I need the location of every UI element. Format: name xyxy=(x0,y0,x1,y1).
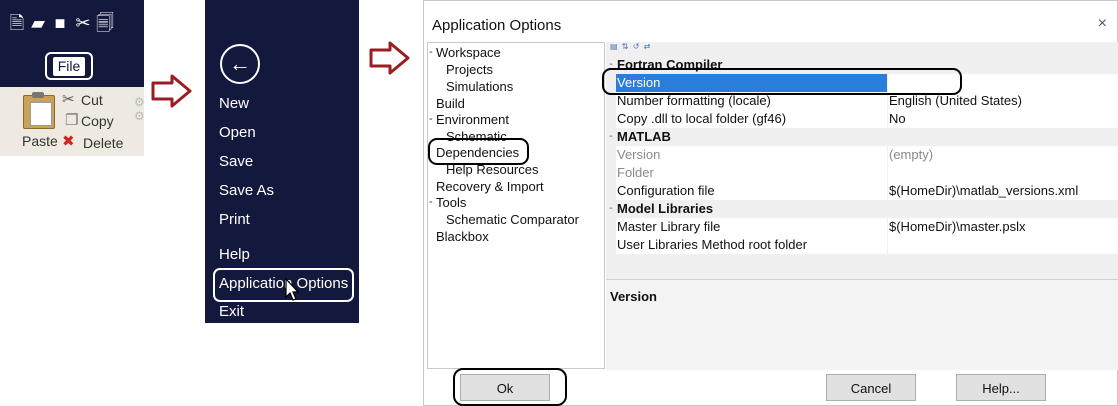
cut-button[interactable]: Cut xyxy=(81,92,103,108)
menu-item-save-as[interactable]: Save As xyxy=(219,182,274,199)
paste-button[interactable]: Paste xyxy=(22,133,58,149)
delete-button[interactable]: Delete xyxy=(83,135,123,151)
ribbon-overflow-icons: ⚙ ⚙ xyxy=(134,95,145,123)
property-value[interactable]: $(HomeDir)\master.pslx xyxy=(888,218,1118,236)
tree-item-build[interactable]: Build xyxy=(436,96,465,111)
tree-item-schematic-comparator[interactable]: Schematic Comparator xyxy=(446,212,579,227)
category-row[interactable]: - Model Libraries xyxy=(606,200,1118,218)
delete-icon[interactable]: ✖ xyxy=(62,134,75,150)
property-value[interactable]: (empty) xyxy=(888,146,1118,164)
collapse-icon[interactable]: - xyxy=(606,200,616,218)
document-icon[interactable]: 🗎 xyxy=(8,13,26,33)
collapse-icon[interactable]: - xyxy=(429,46,433,58)
menu-item-open[interactable]: Open xyxy=(219,124,256,141)
dialog-title: Application Options xyxy=(432,17,562,34)
property-row[interactable]: User Libraries Method root folder xyxy=(606,236,1118,254)
dependencies-highlight xyxy=(428,138,529,165)
tree-item-environment[interactable]: Environment xyxy=(436,112,509,127)
file-tab-button[interactable]: File xyxy=(45,52,93,80)
tree-item-blackbox[interactable]: Blackbox xyxy=(436,229,489,244)
close-icon[interactable]: × xyxy=(1098,15,1107,33)
ribbon-panel: 🗎 ▰ ■ ✂ 🗐 File Paste ✂ Cut ❐ Copy ✖ Dele… xyxy=(0,0,145,156)
tree-item-tools[interactable]: Tools xyxy=(436,195,466,210)
property-copy-dll[interactable]: Copy .dll to local folder (gf46) xyxy=(616,110,887,128)
menu-item-save[interactable]: Save xyxy=(219,153,253,170)
property-value[interactable]: $(HomeDir)\matlab_versions.xml xyxy=(888,182,1118,200)
tree-item-workspace[interactable]: Workspace xyxy=(436,45,501,60)
property-value[interactable] xyxy=(888,236,1118,254)
property-row[interactable]: Master Library file $(HomeDir)\master.ps… xyxy=(606,218,1118,236)
collapse-icon[interactable]: - xyxy=(429,113,433,125)
property-master-library-file[interactable]: Master Library file xyxy=(616,218,887,236)
save-icon[interactable]: ■ xyxy=(51,13,69,33)
file-tab-label: File xyxy=(53,57,85,76)
tree-item-recovery-import[interactable]: Recovery & Import xyxy=(436,179,544,194)
backstage-menu: ← New Open Save Save As Print Help Appli… xyxy=(205,0,359,323)
step-arrow-1 xyxy=(151,74,192,108)
application-options-dialog: Application Options × - Workspace Projec… xyxy=(423,0,1118,406)
property-user-libraries-root[interactable]: User Libraries Method root folder xyxy=(616,236,887,254)
property-description-pane: Version xyxy=(606,279,1118,370)
back-arrow-icon[interactable]: ← xyxy=(220,44,260,84)
tree-item-projects[interactable]: Projects xyxy=(446,62,493,77)
property-row[interactable]: Folder xyxy=(606,164,1118,182)
property-row[interactable]: Copy .dll to local folder (gf46) No xyxy=(606,110,1118,128)
category-row[interactable]: - MATLAB xyxy=(606,128,1118,146)
description-title: Version xyxy=(610,289,657,304)
property-row[interactable]: Configuration file $(HomeDir)\matlab_ver… xyxy=(606,182,1118,200)
collapse-icon[interactable]: - xyxy=(606,128,616,146)
export-icon[interactable]: 🗐 xyxy=(96,13,114,33)
property-grid-toolbar-icons[interactable]: ▤ ⇅ ↺ ⇄ xyxy=(610,42,651,51)
copy-icon[interactable]: ❐ xyxy=(65,113,78,129)
property-value[interactable]: No xyxy=(888,110,1118,128)
property-folder[interactable]: Folder xyxy=(616,164,887,182)
cancel-button[interactable]: Cancel xyxy=(826,374,916,401)
help-button[interactable]: Help... xyxy=(956,374,1046,401)
category-matlab: MATLAB xyxy=(616,128,887,146)
property-value[interactable] xyxy=(888,164,1118,182)
open-folder-icon[interactable]: ▰ xyxy=(29,13,47,33)
tools-icon[interactable]: ✂ xyxy=(74,13,92,33)
menu-item-print[interactable]: Print xyxy=(219,211,250,228)
ok-highlight xyxy=(453,368,567,406)
menu-item-new[interactable]: New xyxy=(219,95,249,112)
menu-item-help[interactable]: Help xyxy=(219,246,250,263)
step-arrow-2 xyxy=(369,41,410,75)
application-options-highlight xyxy=(213,268,354,302)
copy-button[interactable]: Copy xyxy=(81,113,114,129)
property-row[interactable]: Version (empty) xyxy=(606,146,1118,164)
menu-item-exit[interactable]: Exit xyxy=(219,303,244,320)
scissors-icon[interactable]: ✂ xyxy=(62,92,75,108)
collapse-icon[interactable]: - xyxy=(429,196,433,208)
property-configuration-file[interactable]: Configuration file xyxy=(616,182,887,200)
mouse-pointer-icon xyxy=(285,278,300,301)
paste-icon[interactable] xyxy=(20,91,58,129)
category-model-libraries: Model Libraries xyxy=(616,200,887,218)
version-highlight xyxy=(602,68,962,95)
tree-item-simulations[interactable]: Simulations xyxy=(446,79,513,94)
options-tree: - Workspace Projects Simulations Build -… xyxy=(427,42,605,369)
property-matlab-version[interactable]: Version xyxy=(616,146,887,164)
